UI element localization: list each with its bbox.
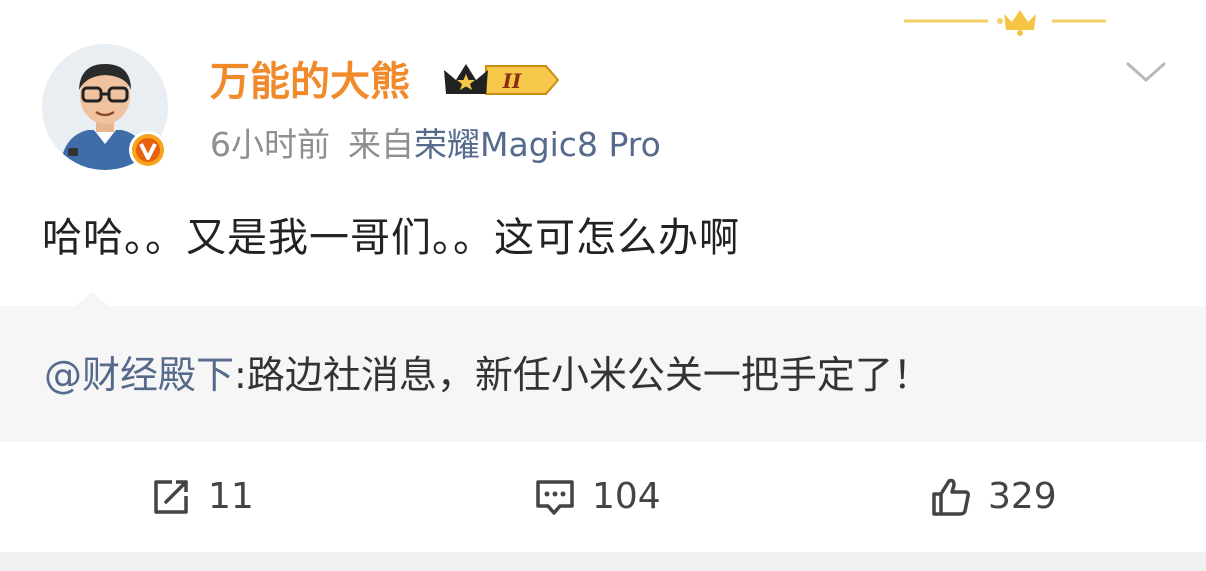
bottom-divider xyxy=(0,552,1206,571)
username[interactable]: 万能的大熊 xyxy=(210,56,410,108)
verified-v-badge-icon xyxy=(129,131,167,169)
post-meta: 6小时前 来自荣耀Magic8 Pro xyxy=(210,122,661,168)
comment-count: 104 xyxy=(592,476,661,517)
crown-decoration-icon xyxy=(904,10,1106,36)
repost-body: :路边社消息，新任小米公关一把手定了！ xyxy=(234,353,931,397)
crown-vip-badge-icon[interactable]: II xyxy=(442,58,562,102)
share-count: 11 xyxy=(208,476,254,517)
post-source-device[interactable]: 荣耀Magic8 Pro xyxy=(414,125,661,164)
share-icon xyxy=(154,480,188,514)
chevron-down-icon[interactable] xyxy=(1124,56,1168,88)
like-button[interactable]: 329 xyxy=(930,472,1057,522)
thumbs-up-icon xyxy=(932,478,970,516)
comment-button[interactable]: 104 xyxy=(534,472,661,522)
share-button[interactable]: 11 xyxy=(150,472,254,522)
action-bar: 11 104 329 xyxy=(0,442,1206,552)
repost-text: @财经殿下:路边社消息，新任小米公关一把手定了！ xyxy=(44,348,931,402)
post-time: 6小时前 xyxy=(210,125,330,164)
repost-notch xyxy=(74,292,110,308)
avatar[interactable] xyxy=(42,44,172,174)
post-text: 哈哈。。又是我一哥们。。这可怎么办啊 xyxy=(42,215,740,261)
comment-icon xyxy=(536,480,574,515)
post-source-prefix: 来自 xyxy=(348,125,414,164)
like-count: 329 xyxy=(988,476,1057,517)
vip-level-text: II xyxy=(502,69,522,93)
repost-mention[interactable]: @财经殿下 xyxy=(44,353,234,397)
